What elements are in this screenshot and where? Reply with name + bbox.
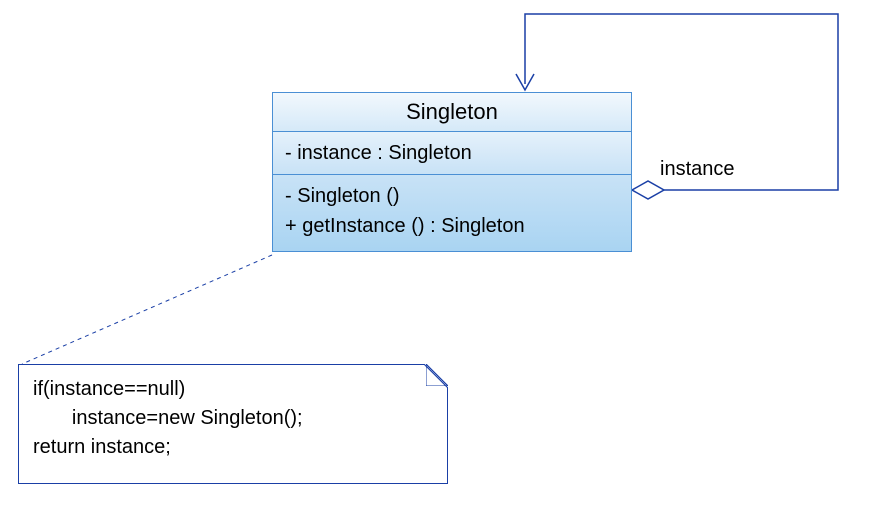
operation-text: getInstance () : Singleton — [302, 215, 524, 237]
attribute-row: - instance : Singleton — [285, 138, 619, 168]
class-name: Singleton — [273, 93, 631, 132]
visibility-marker: - — [285, 142, 292, 164]
note-anchor-line — [22, 255, 272, 364]
note-line: instance=new Singleton(); — [33, 404, 433, 433]
visibility-marker: - — [285, 185, 292, 207]
operation-row: - Singleton () — [285, 181, 619, 211]
attribute-text: instance : Singleton — [297, 142, 472, 164]
association-role-label: instance — [660, 158, 735, 181]
operation-text: Singleton () — [297, 185, 399, 207]
class-attributes: - instance : Singleton — [273, 132, 631, 175]
operation-row: + getInstance () : Singleton — [285, 211, 619, 241]
note-line: if(instance==null) — [33, 375, 433, 404]
uml-class-singleton: Singleton - instance : Singleton - Singl… — [272, 92, 632, 252]
class-operations: - Singleton () + getInstance () : Single… — [273, 175, 631, 251]
note-line: return instance; — [33, 433, 433, 462]
note-corner-icon — [426, 364, 448, 386]
visibility-marker: + — [285, 215, 297, 237]
uml-note: if(instance==null) instance=new Singleto… — [18, 364, 448, 484]
